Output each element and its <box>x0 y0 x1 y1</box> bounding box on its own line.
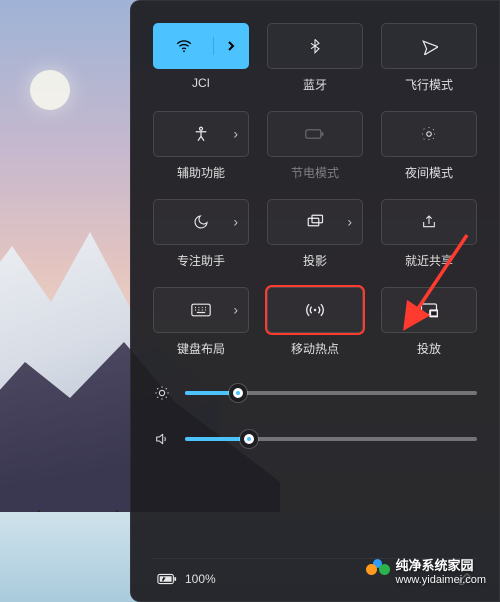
night-light-icon <box>420 125 438 143</box>
watermark: 纯净系统家园 www.yidaimei.com <box>366 555 486 586</box>
airplane-tile[interactable] <box>381 23 477 69</box>
battery-status-icon <box>157 573 177 585</box>
battery-saver-label: 节电模式 <box>291 164 339 181</box>
cast-icon <box>420 302 438 318</box>
bluetooth-tile[interactable] <box>267 23 363 69</box>
project-tile[interactable] <box>267 199 363 245</box>
volume-icon <box>153 431 171 447</box>
accessibility-icon <box>192 125 210 143</box>
wifi-icon <box>175 37 193 55</box>
nearby-label: 就近共享 <box>405 252 453 269</box>
project-icon <box>306 214 324 230</box>
accessibility-tile[interactable] <box>153 111 249 157</box>
keyboard-label: 键盘布局 <box>177 340 225 357</box>
cast-label: 投放 <box>417 340 441 357</box>
bluetooth-icon <box>307 38 323 54</box>
chevron-right-icon <box>226 40 236 52</box>
airplane-icon <box>420 37 438 55</box>
hotspot-icon <box>305 301 325 319</box>
hotspot-label: 移动热点 <box>291 340 339 357</box>
wifi-expand[interactable] <box>214 40 248 52</box>
airplane-label: 飞行模式 <box>405 76 453 93</box>
wifi-toggle[interactable] <box>154 37 214 55</box>
night-light-tile[interactable] <box>381 111 477 157</box>
battery-saver-tile[interactable] <box>267 111 363 157</box>
keyboard-icon <box>191 303 211 317</box>
brightness-slider[interactable] <box>185 391 477 395</box>
wifi-tile[interactable] <box>153 23 249 69</box>
watermark-title: 纯净系统家园 <box>396 558 474 573</box>
focus-label: 专注助手 <box>177 252 225 269</box>
volume-slider-row <box>153 431 477 447</box>
battery-icon <box>305 127 325 141</box>
brightness-icon <box>153 385 171 401</box>
volume-slider[interactable] <box>185 437 477 441</box>
watermark-url: www.yidaimei.com <box>396 574 486 586</box>
keyboard-tile[interactable] <box>153 287 249 333</box>
project-label: 投影 <box>303 252 327 269</box>
accessibility-label: 辅助功能 <box>177 164 225 181</box>
cast-tile[interactable] <box>381 287 477 333</box>
watermark-logo-icon <box>366 559 390 583</box>
brightness-slider-row <box>153 385 477 401</box>
wifi-label: JCI <box>192 76 210 90</box>
night-light-label: 夜间模式 <box>405 164 453 181</box>
battery-percent: 100% <box>185 572 216 586</box>
hotspot-tile[interactable] <box>267 287 363 333</box>
moon-icon <box>193 214 209 230</box>
share-icon <box>421 214 437 230</box>
bluetooth-label: 蓝牙 <box>303 76 327 93</box>
quick-settings-panel: JCI 蓝牙 飞行模式辅助功能 节电模式 夜间模式专注助手 投影 就近共享键盘布局 移动热点 投… <box>130 0 500 602</box>
nearby-tile[interactable] <box>381 199 477 245</box>
focus-tile[interactable] <box>153 199 249 245</box>
